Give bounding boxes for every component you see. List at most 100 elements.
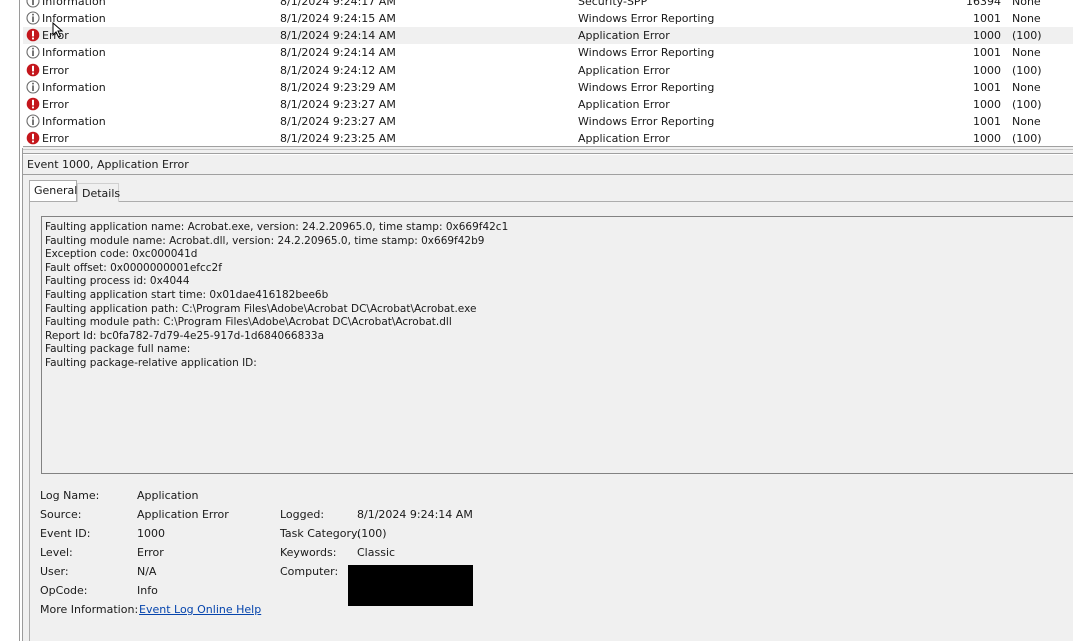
task-category-cell: (100) xyxy=(1012,132,1042,145)
event-row[interactable]: Error 8/1/2024 9:23:27 AM Application Erro… xyxy=(23,96,1073,113)
source-cell: Windows Error Reporting xyxy=(578,115,715,129)
description-line: Faulting process id: 0x4044 xyxy=(45,275,190,288)
event-row[interactable]: Error 8/1/2024 9:24:12 AM Application Erro… xyxy=(23,62,1073,79)
event-id-cell: 1001 xyxy=(973,46,1001,60)
task-category-cell: (100) xyxy=(1012,29,1042,43)
error-icon xyxy=(26,131,40,145)
mouse-cursor-icon xyxy=(52,22,64,38)
source-cell: Application Error xyxy=(578,132,670,145)
tab-details[interactable]: Details xyxy=(77,183,120,202)
error-icon xyxy=(26,28,40,42)
date-time-cell: 8/1/2024 9:23:25 AM xyxy=(280,132,396,145)
user-value: N/A xyxy=(137,565,157,578)
level-cell: Information xyxy=(42,46,106,60)
error-icon xyxy=(26,63,40,76)
level-cell: Information xyxy=(42,0,106,8)
source-cell: Application Error xyxy=(578,29,670,43)
event-log-online-help-link[interactable]: Event Log Online Help xyxy=(139,603,261,616)
info-icon xyxy=(26,11,40,25)
event-id-cell: 1000 xyxy=(973,29,1001,43)
event-description-box[interactable]: Faulting application name: Acrobat.exe, … xyxy=(41,216,1073,474)
date-time-cell: 8/1/2024 9:24:12 AM xyxy=(280,63,396,77)
level-cell: Error xyxy=(42,132,69,145)
user-label: User: xyxy=(40,565,69,578)
date-time-cell: 8/1/2024 9:23:27 AM xyxy=(280,97,396,111)
title-divider xyxy=(23,174,1073,175)
keywords-value: Classic xyxy=(357,546,396,559)
opcode-value: Info xyxy=(137,584,158,597)
date-time-cell: 8/1/2024 9:24:15 AM xyxy=(280,12,396,26)
description-line: Faulting package-relative application ID… xyxy=(45,356,257,369)
computer-value-redacted xyxy=(348,565,473,606)
task-category-cell: None xyxy=(1012,115,1041,129)
level-label: Level: xyxy=(40,546,73,559)
description-line: Faulting application start time: 0x01dae… xyxy=(45,288,329,301)
task-category-cell: None xyxy=(1012,46,1041,60)
source-cell: Windows Error Reporting xyxy=(578,12,715,26)
preview-title: Event 1000, Application Error xyxy=(27,158,189,171)
task-category-cell: (100) xyxy=(1012,97,1042,111)
log-name-label: Log Name: xyxy=(40,489,100,502)
date-time-cell: 8/1/2024 9:24:14 AM xyxy=(280,46,396,60)
description-line: Faulting package full name: xyxy=(45,343,191,356)
description-line: Faulting module name: Acrobat.dll, versi… xyxy=(45,234,485,247)
description-line: Faulting application path: C:\Program Fi… xyxy=(45,302,477,315)
source-label: Source: xyxy=(40,508,82,521)
info-icon xyxy=(26,0,40,8)
log-name-value: Application xyxy=(137,489,199,502)
source-cell: Windows Error Reporting xyxy=(578,46,715,60)
event-row[interactable]: Information 8/1/2024 9:24:14 AM Windows Er… xyxy=(23,44,1073,61)
description-line: Faulting module path: C:\Program Files\A… xyxy=(45,316,452,329)
keywords-label: Keywords: xyxy=(280,546,337,559)
event-row[interactable]: Information 8/1/2024 9:23:29 AM Windows Er… xyxy=(23,79,1073,96)
logged-label: Logged: xyxy=(280,508,325,521)
description-line: Report Id: bc0fa782-7d79-4e25-917d-1d684… xyxy=(45,329,325,342)
description-line: Faulting application name: Acrobat.exe, … xyxy=(45,221,509,233)
event-id-cell: 1000 xyxy=(973,132,1001,145)
event-preview-pane: Event 1000, Application Error General De… xyxy=(23,155,1073,641)
event-id-cell: 1001 xyxy=(973,12,1001,26)
source-cell: Security-SPP xyxy=(578,0,648,8)
date-time-cell: 8/1/2024 9:24:17 AM xyxy=(280,0,396,8)
level-cell: Information xyxy=(42,115,106,129)
description-line: Fault offset: 0x0000000001efcc2f xyxy=(45,261,222,274)
source-cell: Application Error xyxy=(578,97,670,111)
event-row[interactable]: Information 8/1/2024 9:24:17 AM Security-S… xyxy=(23,0,1073,10)
event-id-cell: 16394 xyxy=(966,0,1001,8)
pane-splitter[interactable] xyxy=(23,146,1073,154)
event-id-value: 1000 xyxy=(137,527,165,540)
frame-border-left xyxy=(19,0,20,641)
event-id-cell: 1001 xyxy=(973,115,1001,129)
level-cell: Information xyxy=(42,80,106,94)
date-time-cell: 8/1/2024 9:23:27 AM xyxy=(280,115,396,129)
event-id-cell: 1000 xyxy=(973,63,1001,77)
opcode-label: OpCode: xyxy=(40,584,88,597)
source-cell: Windows Error Reporting xyxy=(578,80,715,94)
info-icon xyxy=(26,45,40,59)
source-cell: Application Error xyxy=(578,63,670,77)
event-row[interactable]: Information 8/1/2024 9:23:27 AM Windows Er… xyxy=(23,113,1073,130)
level-value: Error xyxy=(137,546,164,559)
source-value: Application Error xyxy=(137,508,229,521)
date-time-cell: 8/1/2024 9:24:14 AM xyxy=(280,29,396,43)
date-time-cell: 8/1/2024 9:23:29 AM xyxy=(280,80,396,94)
more-information-label: More Information: xyxy=(40,603,139,616)
event-list[interactable]: Information 8/1/2024 9:24:17 AM Security-S… xyxy=(23,0,1073,145)
task-category-label: Task Category: xyxy=(280,527,361,540)
info-icon xyxy=(26,114,40,128)
task-category-value: (100) xyxy=(357,527,387,540)
task-category-cell: None xyxy=(1012,0,1041,8)
event-row[interactable]: Error 8/1/2024 9:24:14 AM Application Erro… xyxy=(23,27,1073,45)
event-row[interactable]: Error 8/1/2024 9:23:25 AM Application Erro… xyxy=(23,130,1073,145)
event-id-cell: 1000 xyxy=(973,97,1001,111)
description-line: Exception code: 0xc000041d xyxy=(45,248,198,261)
logged-value: 8/1/2024 9:24:14 AM xyxy=(357,508,473,521)
computer-label: Computer: xyxy=(280,565,339,578)
task-category-cell: None xyxy=(1012,12,1041,26)
event-id-cell: 1001 xyxy=(973,80,1001,94)
event-row[interactable]: Information 8/1/2024 9:24:15 AM Windows Er… xyxy=(23,10,1073,27)
error-icon xyxy=(26,97,40,111)
level-cell: Error xyxy=(42,97,69,111)
info-icon xyxy=(26,80,40,94)
tab-general[interactable]: General xyxy=(29,180,77,201)
